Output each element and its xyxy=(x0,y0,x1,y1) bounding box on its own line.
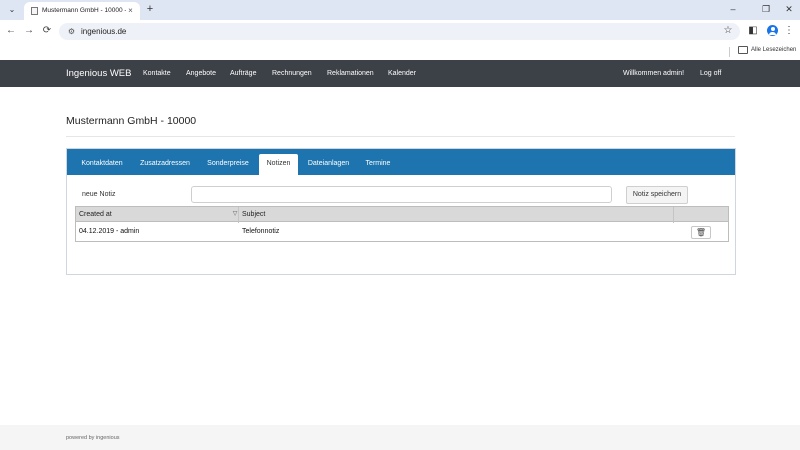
column-header-created-at[interactable]: Created at xyxy=(76,207,239,222)
new-tab-icon[interactable]: + xyxy=(144,3,156,15)
panel-tab-bar: Kontaktdaten Zusatzadressen Sonderpreise… xyxy=(67,149,735,175)
tab-search-icon[interactable]: ⌄ xyxy=(6,4,18,16)
brand-link[interactable]: Ingenious WEB xyxy=(66,67,131,80)
bookmarks-bar: Alle Lesezeichen xyxy=(0,42,800,60)
browser-tab[interactable]: Mustermann GmbH - 10000 - I × xyxy=(24,2,140,20)
forward-icon[interactable]: → xyxy=(23,25,35,37)
title-divider xyxy=(66,136,735,137)
app-navbar: Ingenious WEB Kontakte Angebote Aufträge… xyxy=(0,60,800,87)
bookmarks-divider xyxy=(729,47,730,57)
tab-sonderpreise[interactable]: Sonderpreise xyxy=(202,154,254,175)
browser-tabstrip: ⌄ Mustermann GmbH - 10000 - I × + – ❐ ✕ xyxy=(0,0,800,20)
tab-termine[interactable]: Termine xyxy=(360,154,396,175)
nav-link-angebote[interactable]: Angebote xyxy=(186,68,216,79)
table-row[interactable]: 04.12.2019 - admin Telefonnotiz 🗑 xyxy=(76,223,728,241)
trash-icon: 🗑 xyxy=(695,228,707,237)
reload-icon[interactable]: ⟳ xyxy=(41,25,53,37)
contact-panel: Kontaktdaten Zusatzadressen Sonderpreise… xyxy=(66,148,736,275)
all-bookmarks-link[interactable]: Alle Lesezeichen xyxy=(751,45,796,55)
page-footer: powered by ingenious xyxy=(0,425,800,450)
browser-tab-title: Mustermann GmbH - 10000 - I xyxy=(42,7,126,14)
nav-link-kalender[interactable]: Kalender xyxy=(388,68,416,79)
new-note-input[interactable] xyxy=(191,186,612,203)
maximize-icon[interactable]: ❐ xyxy=(759,3,773,15)
column-header-actions xyxy=(674,207,728,222)
browser-toolbar: ← → ⟳ ⚙ ingenious.de ☆ ◧ ⋮ xyxy=(0,20,800,42)
cell-subject: Telefonnotiz xyxy=(242,228,280,235)
tab-kontaktdaten[interactable]: Kontaktdaten xyxy=(76,154,128,175)
back-icon[interactable]: ← xyxy=(5,25,17,37)
browser-menu-icon[interactable]: ⋮ xyxy=(783,25,795,37)
nav-link-reklamationen[interactable]: Reklamationen xyxy=(327,68,374,79)
address-bar[interactable]: ⚙ ingenious.de xyxy=(59,23,740,40)
tab-dateianlagen[interactable]: Dateianlagen xyxy=(303,154,354,175)
page-title: Mustermann GmbH - 10000 xyxy=(66,115,197,127)
site-info-icon[interactable]: ⚙ xyxy=(67,27,76,36)
minimize-icon[interactable]: – xyxy=(726,3,740,15)
notes-grid: Created at ▽ Subject 04.12.2019 - admin … xyxy=(75,206,729,242)
tab-zusatzadressen[interactable]: Zusatzadressen xyxy=(135,154,195,175)
tab-notizen[interactable]: Notizen xyxy=(259,154,298,175)
grid-header: Created at ▽ Subject xyxy=(76,207,728,222)
page-favicon-icon xyxy=(31,7,38,15)
url-text[interactable]: ingenious.de xyxy=(81,26,126,37)
close-window-icon[interactable]: ✕ xyxy=(782,3,796,15)
footer-text: powered by ingenious xyxy=(66,435,120,441)
nav-link-rechnungen[interactable]: Rechnungen xyxy=(272,68,312,79)
profile-avatar-icon[interactable] xyxy=(767,25,778,36)
nav-link-auftraege[interactable]: Aufträge xyxy=(230,68,256,79)
delete-note-button[interactable]: 🗑 xyxy=(691,226,711,239)
bookmark-star-icon[interactable]: ☆ xyxy=(722,25,734,37)
side-panel-icon[interactable]: ◧ xyxy=(747,25,759,37)
cell-created-at: 04.12.2019 - admin xyxy=(79,228,140,235)
welcome-link[interactable]: Willkommen admin! xyxy=(623,68,684,79)
logoff-link[interactable]: Log off xyxy=(700,68,721,79)
folder-icon xyxy=(738,46,748,54)
new-note-label: neue Notiz xyxy=(82,191,116,198)
column-header-subject[interactable]: Subject xyxy=(239,207,674,222)
nav-link-kontakte[interactable]: Kontakte xyxy=(143,68,171,79)
close-tab-icon[interactable]: × xyxy=(126,6,135,16)
save-note-button[interactable]: Notiz speichern xyxy=(626,186,688,204)
